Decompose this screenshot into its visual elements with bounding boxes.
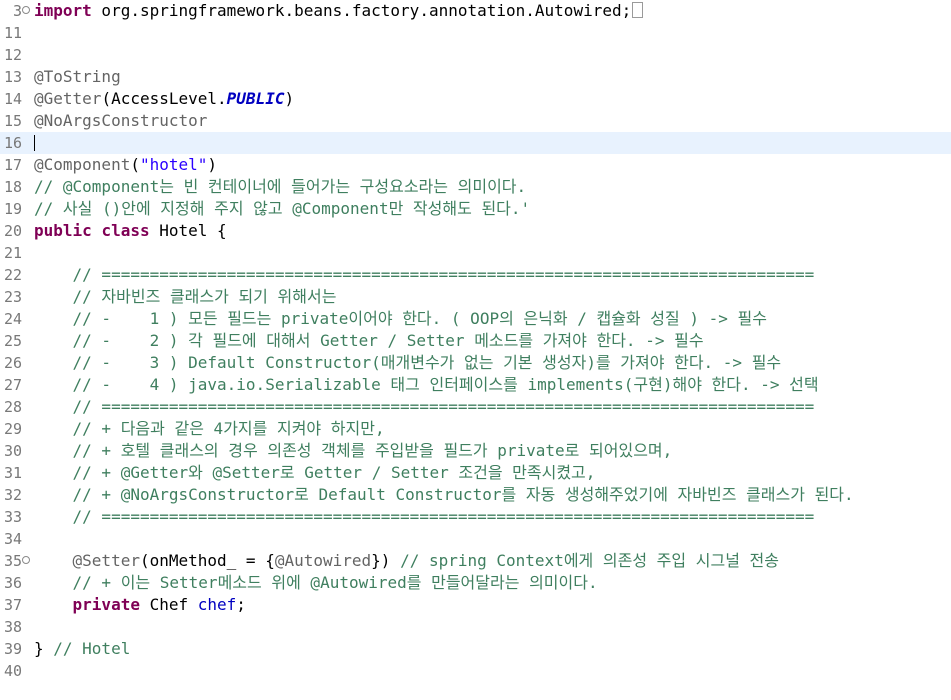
code-text[interactable]: @NoArgsConstructor <box>34 110 207 132</box>
line-number: 38 <box>3 618 22 636</box>
line-number: 29 <box>3 420 22 438</box>
code-line[interactable]: 33 // ==================================… <box>0 506 951 528</box>
code-text[interactable]: } // Hotel <box>34 638 130 660</box>
code-text[interactable]: // + 이는 Setter메소드 위에 @Autowired를 만들어달라는 … <box>34 572 598 594</box>
code-line[interactable]: 27 // - 4 ) java.io.Serializable 태그 인터페이… <box>0 374 951 396</box>
code-line[interactable]: 34 <box>0 528 951 550</box>
code-text[interactable]: // =====================================… <box>34 396 815 418</box>
line-number: 15 <box>3 112 22 130</box>
code-text[interactable]: public class Hotel { <box>34 220 227 242</box>
line-number: 14 <box>3 90 22 108</box>
line-number: 18 <box>3 178 22 196</box>
fold-expand-icon[interactable] <box>22 6 30 14</box>
code-text[interactable]: // + 호텔 클래스의 경우 의존성 객체를 주입받을 필드가 private… <box>34 440 673 462</box>
line-number: 31 <box>3 464 22 482</box>
line-number: 40 <box>3 662 22 680</box>
fold-collapse-icon[interactable] <box>22 556 30 564</box>
code-line[interactable]: 28 // ==================================… <box>0 396 951 418</box>
line-number: 37 <box>3 596 22 614</box>
line-number: 25 <box>3 332 22 350</box>
line-number: 22 <box>3 266 22 284</box>
code-text[interactable]: // =====================================… <box>34 506 815 528</box>
code-text[interactable]: // 자바빈즈 클래스가 되기 위해서는 <box>34 286 337 308</box>
code-line[interactable]: 25 // - 2 ) 각 필드에 대해서 Getter / Setter 메소… <box>0 330 951 352</box>
code-text[interactable]: private Chef chef; <box>34 594 246 616</box>
text-cursor <box>34 135 35 151</box>
line-number: 11 <box>3 24 22 42</box>
line-number: 32 <box>3 486 22 504</box>
code-text[interactable]: @Setter(onMethod_ = {@Autowired}) // spr… <box>34 550 779 572</box>
code-line[interactable]: 39 } // Hotel <box>0 638 951 660</box>
code-line[interactable]: 38 <box>0 616 951 638</box>
line-number: 35 <box>3 552 22 570</box>
code-text[interactable]: // - 1 ) 모든 필드는 private이어야 한다. ( OOP의 은닉… <box>34 308 767 330</box>
code-line[interactable]: 24 // - 1 ) 모든 필드는 private이어야 한다. ( OOP의… <box>0 308 951 330</box>
code-line[interactable]: 21 <box>0 242 951 264</box>
code-line[interactable]: 12 <box>0 44 951 66</box>
code-line[interactable]: 26 // - 3 ) Default Constructor(매개변수가 없는… <box>0 352 951 374</box>
code-text[interactable]: // - 4 ) java.io.Serializable 태그 인터페이스를 … <box>34 374 819 396</box>
code-line[interactable]: 11 <box>0 22 951 44</box>
line-number: 28 <box>3 398 22 416</box>
line-number: 30 <box>3 442 22 460</box>
line-number: 27 <box>3 376 22 394</box>
code-line[interactable]: 37 private Chef chef; <box>0 594 951 616</box>
code-editor[interactable]: 3 import org.springframework.beans.factor… <box>0 0 951 700</box>
code-line[interactable]: 40 <box>0 660 951 682</box>
code-text[interactable]: // + @Getter와 @Setter로 Getter / Setter 조… <box>34 462 596 484</box>
folded-imports-icon[interactable] <box>632 2 644 18</box>
line-number: 33 <box>3 508 22 526</box>
line-number: 24 <box>3 310 22 328</box>
code-line[interactable]: 16 <box>0 132 951 154</box>
code-line[interactable]: 15 @NoArgsConstructor <box>0 110 951 132</box>
line-number: 23 <box>3 288 22 306</box>
code-line[interactable]: 30 // + 호텔 클래스의 경우 의존성 객체를 주입받을 필드가 priv… <box>0 440 951 462</box>
code-text[interactable]: import org.springframework.beans.factory… <box>34 0 644 22</box>
code-text[interactable]: // + @NoArgsConstructor로 Default Constru… <box>34 484 854 506</box>
code-line[interactable]: 18 // @Component는 빈 컨테이너에 들어가는 구성요소라는 의미이… <box>0 176 951 198</box>
code-line[interactable]: 32 // + @NoArgsConstructor로 Default Cons… <box>0 484 951 506</box>
code-text[interactable]: // 사실 ()안에 지정해 주지 않고 @Component만 작성해도 된다… <box>34 198 530 220</box>
line-number: 17 <box>3 156 22 174</box>
code-line[interactable]: 20 public class Hotel { <box>0 220 951 242</box>
code-line[interactable]: 36 // + 이는 Setter메소드 위에 @Autowired를 만들어달… <box>0 572 951 594</box>
code-text[interactable]: @Component("hotel") <box>34 154 217 176</box>
code-text[interactable]: @ToString <box>34 66 121 88</box>
line-number: 34 <box>3 530 22 548</box>
line-number: 20 <box>3 222 22 240</box>
line-number: 26 <box>3 354 22 372</box>
code-line[interactable]: 17 @Component("hotel") <box>0 154 951 176</box>
line-number: 19 <box>3 200 22 218</box>
line-number: 3 <box>12 2 22 20</box>
code-line[interactable]: 31 // + @Getter와 @Setter로 Getter / Sette… <box>0 462 951 484</box>
line-number: 13 <box>3 68 22 86</box>
line-number: 39 <box>3 640 22 658</box>
code-line[interactable]: 19 // 사실 ()안에 지정해 주지 않고 @Component만 작성해도 … <box>0 198 951 220</box>
code-text[interactable]: // - 2 ) 각 필드에 대해서 Getter / Setter 메소드를 … <box>34 330 704 352</box>
line-number: 21 <box>3 244 22 262</box>
code-text[interactable]: // =====================================… <box>34 264 815 286</box>
code-line[interactable]: 35 @Setter(onMethod_ = {@Autowired}) // … <box>0 550 951 572</box>
code-text[interactable]: // - 3 ) Default Constructor(매개변수가 없는 기본… <box>34 352 782 374</box>
code-line[interactable]: 14 @Getter(AccessLevel.PUBLIC) <box>0 88 951 110</box>
code-line[interactable]: 23 // 자바빈즈 클래스가 되기 위해서는 <box>0 286 951 308</box>
line-number: 16 <box>3 134 22 152</box>
code-text[interactable]: // @Component는 빈 컨테이너에 들어가는 구성요소라는 의미이다. <box>34 176 526 198</box>
code-line[interactable]: 22 // ==================================… <box>0 264 951 286</box>
code-line[interactable]: 29 // + 다음과 같은 4가지를 지켜야 하지만, <box>0 418 951 440</box>
line-number: 36 <box>3 574 22 592</box>
code-line[interactable]: 13 @ToString <box>0 66 951 88</box>
code-text[interactable]: @Getter(AccessLevel.PUBLIC) <box>34 88 294 110</box>
line-number: 12 <box>3 46 22 64</box>
code-line[interactable]: 3 import org.springframework.beans.factor… <box>0 0 951 22</box>
code-text[interactable]: // + 다음과 같은 4가지를 지켜야 하지만, <box>34 418 385 440</box>
